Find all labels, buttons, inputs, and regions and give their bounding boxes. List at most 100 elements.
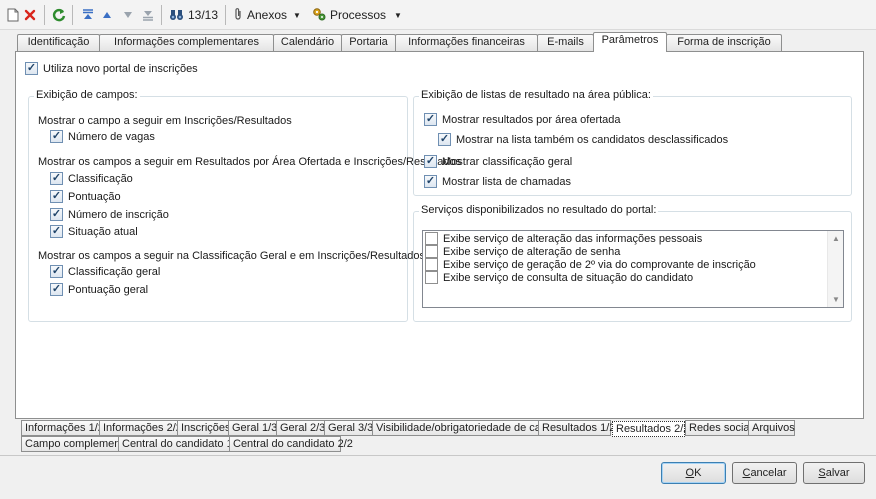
checkbox[interactable] bbox=[50, 172, 63, 185]
tab-geral-3-3[interactable]: Geral 3/3 bbox=[324, 420, 373, 436]
checkbox-label: Número de inscrição bbox=[68, 208, 169, 221]
checkbox[interactable] bbox=[424, 113, 437, 126]
checkbox[interactable] bbox=[50, 225, 63, 238]
listas-group: Exibição de listas de resultado na área … bbox=[413, 89, 852, 196]
checkbox-resultados-area-ofertada[interactable]: Mostrar resultados por área ofertada bbox=[424, 113, 621, 126]
list-item-label: Exibe serviço de consulta de situação do… bbox=[443, 271, 694, 284]
checkbox[interactable] bbox=[50, 208, 63, 221]
checkbox-pontuacao[interactable]: Pontuação bbox=[50, 190, 121, 203]
checkbox-candidatos-desclassificados[interactable]: Mostrar na lista também os candidatos de… bbox=[438, 133, 728, 146]
new-document-icon[interactable] bbox=[6, 5, 20, 25]
tab-geral-2-3[interactable]: Geral 2/3 bbox=[276, 420, 325, 436]
portal-checkbox[interactable]: Utiliza novo portal de inscrições bbox=[25, 62, 198, 75]
search-binoculars-icon[interactable] bbox=[168, 5, 184, 25]
list-item-label: Exibe serviço de geração de 2º via do co… bbox=[443, 258, 756, 271]
portal-checkbox-label: Utiliza novo portal de inscrições bbox=[43, 62, 198, 75]
tab-informacoes-financeiras[interactable]: Informações financeiras bbox=[395, 34, 538, 51]
checkbox-label: Número de vagas bbox=[68, 130, 155, 143]
campos-group-title: Exibição de campos: bbox=[34, 89, 140, 101]
list-item-alteracao-informacoes[interactable]: Exibe serviço de alteração das informaçõ… bbox=[425, 232, 702, 245]
listas-group-title: Exibição de listas de resultado na área … bbox=[419, 89, 653, 101]
tab-calendario[interactable]: Calendário bbox=[273, 34, 342, 51]
checkbox-pontuacao-geral[interactable]: Pontuação geral bbox=[50, 283, 148, 296]
record-counter: 13/13 bbox=[187, 8, 219, 22]
toolbar-separator bbox=[72, 5, 73, 25]
list-item-label: Exibe serviço de alteração de senha bbox=[443, 245, 621, 258]
campos-group: Exibição de campos: Mostrar o campo a se… bbox=[28, 89, 461, 322]
save-button[interactable]: Salvar bbox=[803, 462, 865, 484]
cancel-label: ancelar bbox=[750, 467, 787, 479]
tab-informacoes-complementares[interactable]: Informações complementares bbox=[99, 34, 274, 51]
previous-record-icon[interactable] bbox=[99, 5, 115, 25]
toolbar-separator bbox=[161, 5, 162, 25]
tab-inscricoes[interactable]: Inscrições bbox=[177, 420, 231, 436]
last-record-icon[interactable] bbox=[140, 5, 156, 25]
tab-informacoes-1-2[interactable]: Informações 1/2 bbox=[21, 420, 104, 436]
tab-campo-complementar[interactable]: Campo complementar bbox=[21, 436, 133, 452]
servicos-group-title: Serviços disponibilizados no resultado d… bbox=[419, 204, 659, 216]
dropdown-arrow-icon: ▼ bbox=[394, 10, 402, 20]
toolbar: 13/13 Anexos ▼ Processos ▼ bbox=[0, 0, 876, 30]
parametros-panel: Utiliza novo portal de inscrições Exibiç… bbox=[15, 51, 864, 419]
checkbox-classificacao[interactable]: Classificação bbox=[50, 172, 133, 185]
tab-central-candidato-1-2[interactable]: Central do candidato 1/2 bbox=[118, 436, 242, 452]
tab-central-candidato-2-2[interactable]: Central do candidato 2/2 bbox=[229, 436, 353, 452]
tab-portaria[interactable]: Portaria bbox=[341, 34, 396, 51]
tab-arquivos[interactable]: Arquivos bbox=[748, 420, 795, 436]
tab-emails[interactable]: E-mails bbox=[537, 34, 594, 51]
checkbox-numero-de-vagas[interactable]: Número de vagas bbox=[50, 130, 155, 143]
next-record-icon[interactable] bbox=[120, 5, 136, 25]
checkbox-label: Mostrar resultados por área ofertada bbox=[442, 113, 621, 126]
list-item-segunda-via[interactable]: Exibe serviço de geração de 2º via do co… bbox=[425, 258, 756, 271]
tab-resultados-1-2[interactable]: Resultados 1/2 bbox=[538, 420, 615, 436]
list-item-consulta-situacao[interactable]: Exibe serviço de consulta de situação do… bbox=[425, 271, 693, 284]
checkbox[interactable] bbox=[50, 190, 63, 203]
checkbox[interactable] bbox=[438, 133, 451, 146]
anexos-menu-button[interactable]: Anexos ▼ bbox=[233, 5, 305, 25]
tab-redes-sociais[interactable]: Redes sociais bbox=[685, 420, 757, 436]
divider bbox=[0, 455, 876, 456]
checkbox[interactable] bbox=[50, 283, 63, 296]
checkbox-situacao-atual[interactable]: Situação atual bbox=[50, 225, 138, 238]
checkbox-classificacao-geral[interactable]: Classificação geral bbox=[50, 265, 160, 278]
list-item-label: Exibe serviço de alteração das informaçõ… bbox=[443, 232, 703, 245]
checkbox-label: Mostrar na lista também os candidatos de… bbox=[456, 133, 729, 146]
scroll-down-icon[interactable]: ▼ bbox=[832, 295, 840, 304]
scroll-up-icon[interactable]: ▲ bbox=[832, 234, 840, 243]
ok-button[interactable]: OK bbox=[661, 462, 726, 484]
checkbox[interactable] bbox=[425, 271, 438, 284]
refresh-icon[interactable] bbox=[51, 5, 67, 25]
delete-icon[interactable] bbox=[23, 5, 37, 25]
checkbox-label: Pontuação geral bbox=[68, 283, 149, 296]
processos-menu-button[interactable]: Processos ▼ bbox=[312, 5, 402, 25]
checkbox[interactable] bbox=[50, 130, 63, 143]
checkbox[interactable] bbox=[25, 62, 38, 75]
ok-label: K bbox=[694, 467, 702, 479]
checkbox-lista-de-chamadas[interactable]: Mostrar lista de chamadas bbox=[424, 175, 571, 188]
tab-geral-1-3[interactable]: Geral 1/3 bbox=[228, 420, 277, 436]
anexos-label: Anexos bbox=[247, 8, 288, 22]
checkbox[interactable] bbox=[425, 258, 438, 271]
section3-label: Mostrar os campos a seguir na Classifica… bbox=[38, 250, 425, 262]
cancel-button[interactable]: Cancelar bbox=[732, 462, 797, 484]
checkbox-label: Pontuação bbox=[68, 190, 121, 203]
checkbox[interactable] bbox=[424, 175, 437, 188]
checkbox-numero-de-inscricao[interactable]: Número de inscrição bbox=[50, 208, 169, 221]
checkbox[interactable] bbox=[50, 265, 63, 278]
tab-identificacao[interactable]: Identificação bbox=[17, 34, 100, 51]
checkbox[interactable] bbox=[425, 232, 438, 245]
ok-mnemonic: O bbox=[685, 467, 695, 479]
servicos-listbox[interactable]: Exibe serviço de alteração das informaçõ… bbox=[422, 230, 844, 308]
listbox-scrollbar[interactable]: ▲ ▼ bbox=[827, 231, 843, 307]
processos-label: Processos bbox=[330, 8, 387, 22]
checkbox[interactable] bbox=[425, 245, 438, 258]
tab-visibilidade-obrigatoriedade[interactable]: Visibilidade/obrigatoriedade de campos bbox=[372, 420, 568, 436]
first-record-icon[interactable] bbox=[80, 5, 96, 25]
checkbox[interactable] bbox=[424, 155, 437, 168]
list-item-alteracao-senha[interactable]: Exibe serviço de alteração de senha bbox=[425, 245, 620, 258]
tab-parametros[interactable]: Parâmetros bbox=[593, 32, 667, 52]
tab-forma-de-inscricao[interactable]: Forma de inscrição bbox=[666, 34, 782, 51]
tab-informacoes-2-2[interactable]: Informações 2/2 bbox=[99, 420, 182, 436]
checkbox-classificacao-geral-lista[interactable]: Mostrar classificação geral bbox=[424, 155, 572, 168]
tab-resultados-2-2[interactable]: Resultados 2/2 bbox=[612, 421, 689, 437]
